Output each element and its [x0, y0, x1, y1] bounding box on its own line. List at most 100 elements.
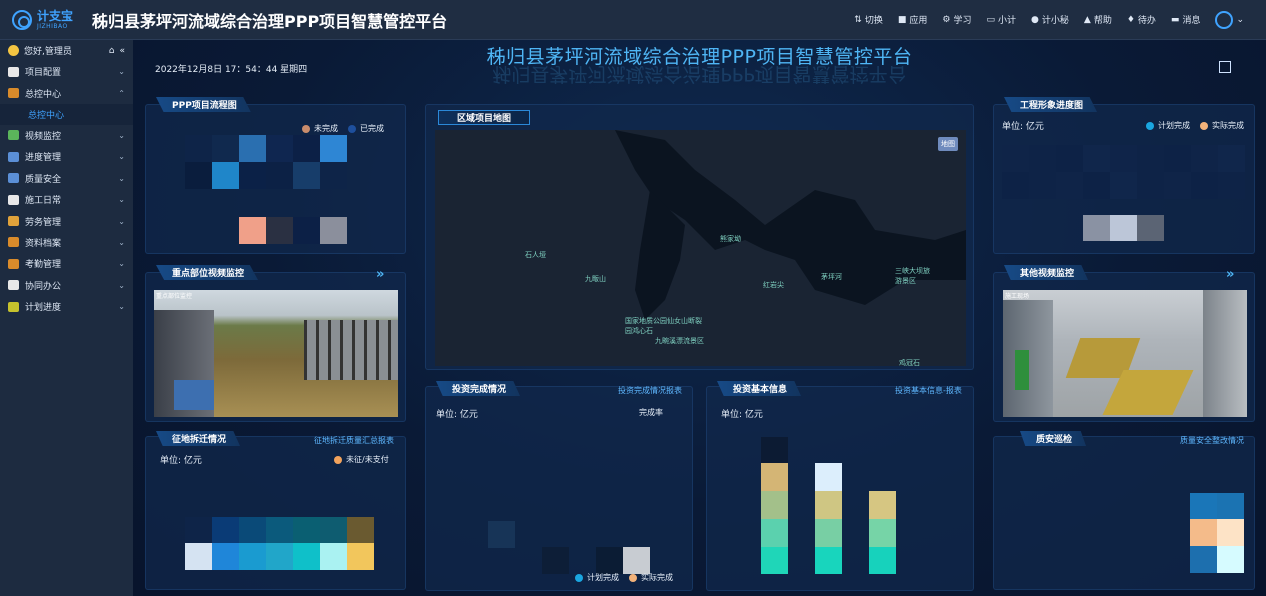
land-report-link[interactable]: 征地拆迁质量汇总报表	[314, 435, 394, 446]
sidebar-item[interactable]: 协同办公 ⌄	[0, 275, 133, 296]
other-video-feed[interactable]: 施工现场	[1003, 290, 1247, 417]
region-map[interactable]: 地图 石人垭 熊家坳 九畈山 红岩尖 茅坪河 三峡大坝旅游景区 国家地质公园仙女…	[435, 130, 966, 366]
sidebar-item-label: 考勤管理	[25, 260, 62, 271]
invest-info-unit: 单位: 亿元	[721, 410, 763, 420]
apps-icon: ■	[897, 14, 907, 25]
switch-button[interactable]: ⇅ 切换	[854, 13, 883, 27]
sidebar-item[interactable]: 总控中心 ⌃	[0, 82, 133, 103]
mosaic-block	[347, 517, 374, 543]
expand-arrow-icon[interactable]: »	[376, 267, 384, 282]
land-title: 征地拆迁情况	[156, 431, 241, 446]
progress-legend: 计划完成 实际完成	[1146, 120, 1244, 131]
sidebar-item[interactable]: 施工日常 ⌄	[0, 189, 133, 210]
learn-button[interactable]: ⚙ 学习	[942, 13, 971, 27]
quality-title: 质安巡检	[1020, 431, 1087, 446]
chevron-down-icon: ⌄	[118, 280, 125, 290]
mosaic-block	[320, 543, 347, 570]
mosaic-block	[1217, 546, 1244, 573]
invest-info-report-link[interactable]: 投资基本信息-报表	[895, 385, 962, 396]
mosaic-block	[239, 517, 266, 543]
mosaic-block	[1191, 172, 1218, 199]
mosaic-block	[1056, 145, 1083, 172]
map-title: 区域项目地图	[438, 110, 531, 125]
sidebar-item[interactable]: 项目配置 ⌄	[0, 61, 133, 82]
map-toggle-button[interactable]: 地图	[938, 137, 958, 151]
sidebar-item[interactable]: 劳务管理 ⌄	[0, 210, 133, 231]
apps-button[interactable]: ■ 应用	[897, 13, 928, 27]
mosaic-block	[1083, 172, 1110, 199]
map-label: 国家地质公园仙女山断裂园鸿心石	[625, 317, 702, 335]
mosaic-block	[293, 517, 320, 543]
mosaic-block	[266, 162, 293, 189]
sidebar-subitem[interactable]: 总控中心	[0, 103, 133, 125]
mosaic-block	[761, 547, 788, 574]
land-panel: 征地拆迁情况 征地拆迁质量汇总报表 单位: 亿元 未征/未支付	[145, 431, 406, 590]
ppp-flow-title: PPP项目流程图	[156, 97, 251, 112]
sidebar-user: 您好,管理员 ⌂ «	[0, 40, 133, 61]
expand-arrow-icon[interactable]: »	[1226, 267, 1234, 282]
sidebar-item-label: 质量安全	[25, 174, 62, 185]
sidebar-item[interactable]: 计划进度 ⌄	[0, 296, 133, 317]
invest-done-rate-label: 完成率	[639, 408, 663, 417]
mosaic-block	[1164, 172, 1191, 199]
key-video-tag: 重点部位监控	[156, 293, 193, 300]
mosaic-block	[761, 463, 788, 491]
invest-done-panel: 投资完成情况 投资完成情况报表 单位: 亿元 完成率	[425, 381, 693, 591]
land-unit: 单位: 亿元	[160, 456, 202, 466]
mosaic-block	[869, 491, 896, 519]
logo-text: 计支宝	[37, 8, 74, 23]
map-label: 茅坪河	[821, 273, 842, 281]
secretary-button[interactable]: ● 计小秘	[1031, 13, 1069, 27]
chevron-down-icon: ⌄	[118, 152, 125, 162]
home-icon[interactable]: ⌂	[109, 46, 115, 56]
mosaic-block	[320, 217, 347, 244]
sidebar-item[interactable]: 进度管理 ⌄	[0, 146, 133, 167]
datetime: 2022年12月8日 17：54：44 星期四	[155, 65, 308, 75]
quality-report-link[interactable]: 质量安全整改情况	[1180, 435, 1244, 446]
invest-done-report-link[interactable]: 投资完成情况报表	[618, 385, 682, 396]
mosaic-block	[185, 517, 212, 543]
mosaic-block	[266, 543, 293, 570]
mosaic-block	[1190, 519, 1217, 546]
help-button[interactable]: ▲ 帮助	[1084, 13, 1112, 27]
user-menu[interactable]: ⌄	[1215, 10, 1244, 29]
dashboard: 秭归县茅坪河流域综合治理PPP项目智慧管控平台 秭归县茅坪河流域综合治理PPP项…	[133, 40, 1266, 596]
map-label: 三峡大坝旅游景区	[895, 267, 930, 285]
chevron-down-icon: ⌄	[118, 259, 125, 269]
chevron-down-icon: ⌄	[118, 216, 125, 226]
sidebar-item-label: 进度管理	[25, 153, 62, 164]
progress-panel: 工程形象进度图 单位: 亿元 计划完成 实际完成	[993, 97, 1255, 254]
collapse-icon[interactable]: «	[119, 46, 125, 56]
sidebar-item[interactable]: 视频监控 ⌄	[0, 125, 133, 146]
learn-icon: ⚙	[942, 14, 951, 25]
sidebar-item[interactable]: 资料档案 ⌄	[0, 232, 133, 253]
secretary-icon: ●	[1031, 14, 1039, 25]
land-legend: 未征/未支付	[334, 454, 389, 465]
key-video-panel: 重点部位视频监控 » 重点部位监控	[145, 265, 406, 422]
menu-icon	[8, 151, 19, 162]
todo-button[interactable]: ♦ 待办	[1127, 13, 1156, 27]
message-button[interactable]: ▬ 消息	[1171, 13, 1201, 27]
invest-info-title: 投资基本信息	[717, 381, 802, 396]
signboard	[174, 380, 214, 410]
mosaic-block	[1137, 145, 1164, 172]
logo-icon	[12, 9, 32, 30]
map-label: 熊家坳	[720, 235, 741, 243]
calculator-button[interactable]: ▭ 小计	[986, 13, 1016, 27]
fullscreen-icon[interactable]	[1219, 61, 1231, 73]
mosaic-block	[542, 547, 569, 574]
mosaic-block	[761, 437, 788, 463]
mosaic-block	[815, 519, 842, 547]
mosaic-block	[1137, 172, 1164, 199]
app-logo[interactable]: 计支宝 JIZHIBAO	[0, 8, 78, 30]
map-label: 鸡冠石	[899, 359, 920, 366]
sidebar-item[interactable]: 质量安全 ⌄	[0, 168, 133, 189]
mosaic-block	[1029, 145, 1056, 172]
ppp-flow-legend: 未完成 已完成	[302, 123, 384, 134]
sidebar-item[interactable]: 考勤管理 ⌄	[0, 253, 133, 274]
mosaic-block	[239, 135, 266, 162]
quality-panel: 质安巡检 质量安全整改情况	[993, 431, 1255, 590]
smile-icon	[8, 45, 19, 56]
menu-icon	[8, 216, 19, 227]
key-video-feed[interactable]: 重点部位监控	[154, 290, 398, 417]
